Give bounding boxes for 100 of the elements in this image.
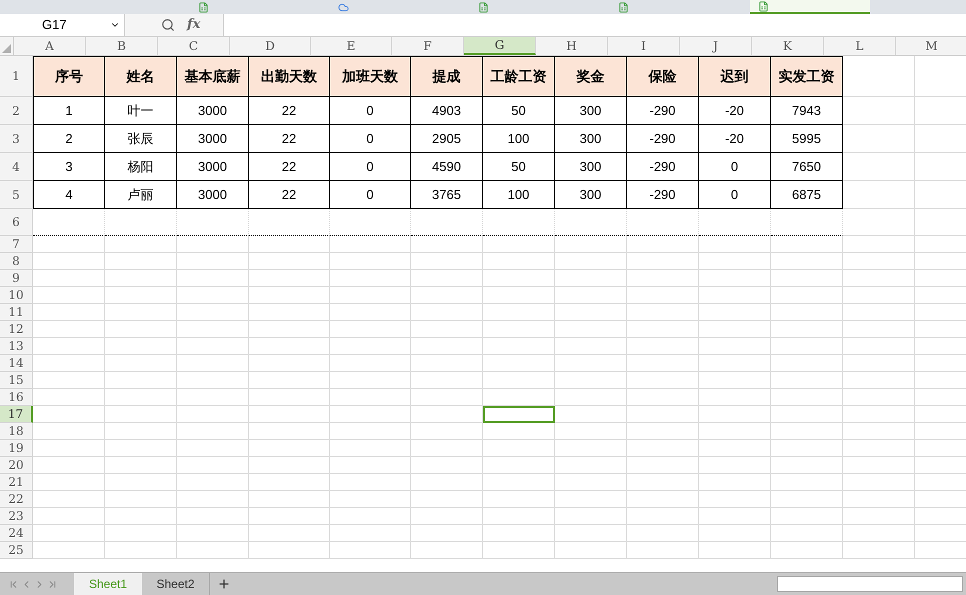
row-header[interactable]: 5 — [0, 181, 33, 209]
empty-cell — [699, 474, 771, 491]
sheet-tab[interactable]: Sheet2 — [142, 573, 210, 595]
column-header[interactable]: C — [158, 37, 230, 55]
table-cell: 实发工资 — [771, 56, 843, 97]
empty-cell — [771, 236, 843, 253]
empty-cell — [555, 236, 627, 253]
row-header[interactable]: 25 — [0, 542, 33, 559]
table-cell: 0 — [330, 125, 411, 153]
row-header[interactable]: 19 — [0, 440, 33, 457]
empty-cell — [771, 321, 843, 338]
empty-cell — [177, 321, 249, 338]
empty-cell — [411, 287, 483, 304]
empty-cell — [105, 270, 177, 287]
empty-cell — [411, 270, 483, 287]
empty-cell — [627, 457, 699, 474]
function-button[interactable]: fx — [187, 15, 200, 35]
row-header[interactable]: 1 — [0, 56, 33, 97]
row-header[interactable]: 23 — [0, 508, 33, 525]
column-header[interactable]: A — [14, 37, 86, 55]
row-header[interactable]: 18 — [0, 423, 33, 440]
row-header[interactable]: 15 — [0, 372, 33, 389]
table-cell: 100 — [483, 181, 555, 209]
column-header[interactable]: J — [680, 37, 752, 55]
empty-cell — [699, 287, 771, 304]
table-cell: 22 — [249, 181, 330, 209]
column-header[interactable]: D — [230, 37, 311, 55]
column-header[interactable]: I — [608, 37, 680, 55]
column-header[interactable]: E — [311, 37, 392, 55]
add-sheet-button[interactable]: + — [210, 573, 238, 595]
empty-cell — [771, 209, 843, 236]
table-cell: 22 — [249, 153, 330, 181]
empty-cell — [483, 389, 555, 406]
table-cell: 50 — [483, 153, 555, 181]
empty-cell — [177, 355, 249, 372]
empty-cell — [411, 508, 483, 525]
row-header[interactable]: 6 — [0, 209, 33, 236]
column-header[interactable]: B — [86, 37, 158, 55]
empty-cell — [699, 508, 771, 525]
empty-cell — [483, 542, 555, 559]
spreadsheet-icon — [618, 2, 629, 12]
empty-cell — [411, 372, 483, 389]
row-header[interactable]: 8 — [0, 253, 33, 270]
empty-cell — [105, 508, 177, 525]
document-tab[interactable] — [750, 0, 870, 14]
row-header[interactable]: 13 — [0, 338, 33, 355]
empty-cell — [105, 321, 177, 338]
empty-cell — [555, 474, 627, 491]
row-header[interactable]: 2 — [0, 97, 33, 125]
table-cell: 姓名 — [105, 56, 177, 97]
first-sheet-icon[interactable] — [8, 578, 19, 590]
empty-cell — [483, 372, 555, 389]
table-cell: 序号 — [33, 56, 105, 97]
table-cell: 22 — [249, 125, 330, 153]
empty-cell — [771, 525, 843, 542]
column-header[interactable]: M — [896, 37, 966, 55]
row-header[interactable]: 20 — [0, 457, 33, 474]
empty-cell — [177, 542, 249, 559]
empty-cell — [411, 525, 483, 542]
row-header[interactable]: 9 — [0, 270, 33, 287]
empty-cell — [627, 338, 699, 355]
column-header[interactable]: H — [536, 37, 608, 55]
empty-cell — [177, 525, 249, 542]
column-header[interactable]: G — [464, 37, 536, 55]
empty-cell — [105, 304, 177, 321]
row-header[interactable]: 21 — [0, 474, 33, 491]
empty-cell — [105, 338, 177, 355]
empty-cell — [771, 338, 843, 355]
row-header[interactable]: 7 — [0, 236, 33, 253]
name-box[interactable]: G17 — [0, 14, 125, 36]
empty-cell — [555, 304, 627, 321]
row-header[interactable]: 10 — [0, 287, 33, 304]
row-header[interactable]: 14 — [0, 355, 33, 372]
last-sheet-icon[interactable] — [47, 578, 58, 590]
empty-cell — [699, 542, 771, 559]
empty-cell — [699, 423, 771, 440]
empty-cell — [105, 457, 177, 474]
empty-cell — [411, 440, 483, 457]
empty-cell — [843, 338, 915, 355]
empty-cell — [177, 253, 249, 270]
empty-cell — [843, 491, 915, 508]
empty-cell — [555, 287, 627, 304]
column-header[interactable]: L — [824, 37, 896, 55]
search-icon[interactable] — [161, 18, 175, 32]
formula-input[interactable] — [223, 14, 966, 36]
row-header[interactable]: 3 — [0, 125, 33, 153]
row-header[interactable]: 17 — [0, 406, 33, 423]
row-header[interactable]: 16 — [0, 389, 33, 406]
empty-cell — [843, 508, 915, 525]
table-cell: 3000 — [177, 125, 249, 153]
empty-cell — [771, 457, 843, 474]
empty-cell — [483, 321, 555, 338]
row-header[interactable]: 4 — [0, 153, 33, 181]
row-header[interactable]: 11 — [0, 304, 33, 321]
row-header[interactable]: 24 — [0, 525, 33, 542]
table-cell: 300 — [555, 153, 627, 181]
column-header[interactable]: K — [752, 37, 824, 55]
horizontal-scrollbar[interactable] — [777, 576, 963, 592]
row-header[interactable]: 12 — [0, 321, 33, 338]
row-header[interactable]: 22 — [0, 491, 33, 508]
